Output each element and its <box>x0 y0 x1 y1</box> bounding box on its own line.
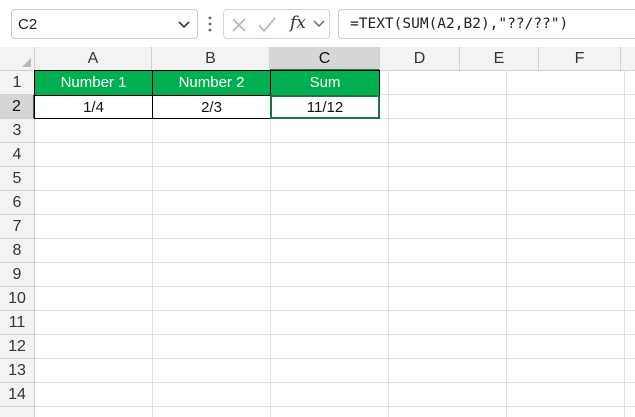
row-header[interactable]: 7 <box>0 215 35 239</box>
fx-icon[interactable]: fx <box>290 13 306 33</box>
worksheet-grid[interactable] <box>35 71 635 417</box>
column-header-b[interactable]: B <box>152 47 270 71</box>
drag-handle-icon[interactable] <box>207 14 213 34</box>
name-box[interactable]: C2 <box>11 9 198 39</box>
cell-a2[interactable]: 1/4 <box>34 95 153 119</box>
checkmark-icon[interactable] <box>257 16 277 34</box>
cell-a1[interactable]: Number 1 <box>34 70 153 96</box>
cell-b2[interactable]: 2/3 <box>152 95 271 119</box>
column-header-f[interactable]: F <box>539 47 621 71</box>
column-header-e[interactable]: E <box>460 47 539 71</box>
row-header[interactable]: 2 <box>0 95 35 119</box>
row-header[interactable]: 13 <box>0 359 35 383</box>
row-header[interactable]: 3 <box>0 119 35 143</box>
row-header[interactable]: 1 <box>0 71 35 95</box>
row-header[interactable]: 8 <box>0 239 35 263</box>
row-header[interactable]: 4 <box>0 143 35 167</box>
row-header-partial[interactable] <box>0 407 35 417</box>
name-box-value: C2 <box>18 16 38 33</box>
row-header[interactable]: 11 <box>0 311 35 335</box>
close-icon[interactable] <box>230 16 248 34</box>
row-header[interactable]: 10 <box>0 287 35 311</box>
chevron-down-icon[interactable] <box>177 16 191 32</box>
formula-text: =TEXT(SUM(A2,B2),"??/??") <box>350 16 569 32</box>
column-header-a[interactable]: A <box>35 47 152 71</box>
formula-buttons: fx <box>223 9 330 39</box>
formula-bar-area: C2 fx =TEXT(SUM(A2,B2),"??/??") <box>0 0 635 46</box>
row-header[interactable]: 14 <box>0 383 35 407</box>
select-all-button[interactable] <box>0 47 35 71</box>
chevron-down-icon[interactable] <box>313 19 325 29</box>
column-header-d[interactable]: D <box>380 47 460 71</box>
row-header[interactable]: 9 <box>0 263 35 287</box>
cell-c2-selected[interactable]: 11/12 <box>270 95 380 119</box>
cell-b1[interactable]: Number 2 <box>152 70 271 96</box>
row-header[interactable]: 12 <box>0 335 35 359</box>
formula-input[interactable]: =TEXT(SUM(A2,B2),"??/??") <box>338 9 635 39</box>
row-header[interactable]: 6 <box>0 191 35 215</box>
column-header-g-partial[interactable] <box>621 47 635 71</box>
cell-c1[interactable]: Sum <box>270 70 380 96</box>
row-header[interactable]: 5 <box>0 167 35 191</box>
column-header-c[interactable]: C <box>270 47 380 71</box>
